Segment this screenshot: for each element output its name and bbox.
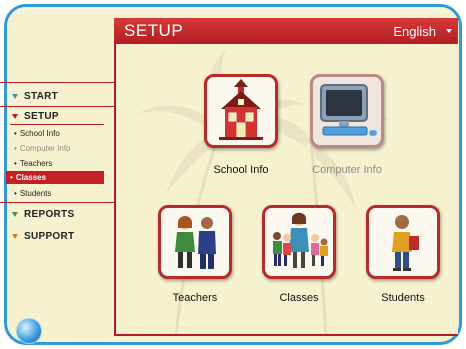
teachers-tile[interactable] [158,205,232,279]
sidebar-item-reports[interactable]: REPORTS [12,209,74,220]
computer-info-label: Computer Info [312,164,382,176]
main-content: School Info Computer Info Teachers Class… [114,44,458,336]
sidebar-subitem-students[interactable]: • Students [10,187,106,200]
computer-icon [320,84,377,136]
sidebar-item-label: START [24,91,59,102]
sidebar-item-label: REPORTS [24,209,75,220]
computer-info-tile[interactable] [310,74,384,148]
nav-divider [0,82,114,83]
teachers-label: Teachers [172,292,218,304]
student-icon [392,215,419,271]
students-label: Students [381,292,425,304]
teachers-icon [175,216,216,269]
language-select[interactable]: English [393,24,436,39]
chevron-down-icon[interactable] [446,29,452,33]
home-orb-button[interactable] [16,318,42,344]
sidebar-subitem-computer-info[interactable]: • Computer Info [10,142,106,155]
chevron-down-icon [12,94,18,99]
chevron-down-icon [12,212,18,217]
nav-divider [10,124,104,125]
students-tile[interactable] [366,205,440,279]
schoolhouse-icon [219,79,263,140]
school-info-tile[interactable] [204,74,278,148]
sidebar-item-label: SUPPORT [24,231,75,242]
sidebar-subitem-classes[interactable]: • Classes [6,171,104,184]
chevron-down-icon [12,234,18,239]
classes-tile[interactable] [262,205,336,279]
chevron-down-icon [12,114,18,119]
school-info-label: School Info [213,164,269,176]
nav-divider [0,106,114,107]
classes-label: Classes [279,292,319,304]
sidebar-item-setup[interactable]: SETUP [12,111,59,122]
nav-divider [0,202,114,203]
page-title: SETUP [124,21,184,40]
sidebar-item-start[interactable]: START [12,91,58,102]
sidebar-item-label: SETUP [24,111,59,122]
sidebar-subitem-teachers[interactable]: • Teachers [10,157,106,170]
header-bar: SETUP English [114,18,458,44]
class-group-icon [273,212,328,268]
sidebar-subitem-school-info[interactable]: • School Info [10,127,106,140]
sidebar-item-support[interactable]: SUPPORT [12,231,74,242]
